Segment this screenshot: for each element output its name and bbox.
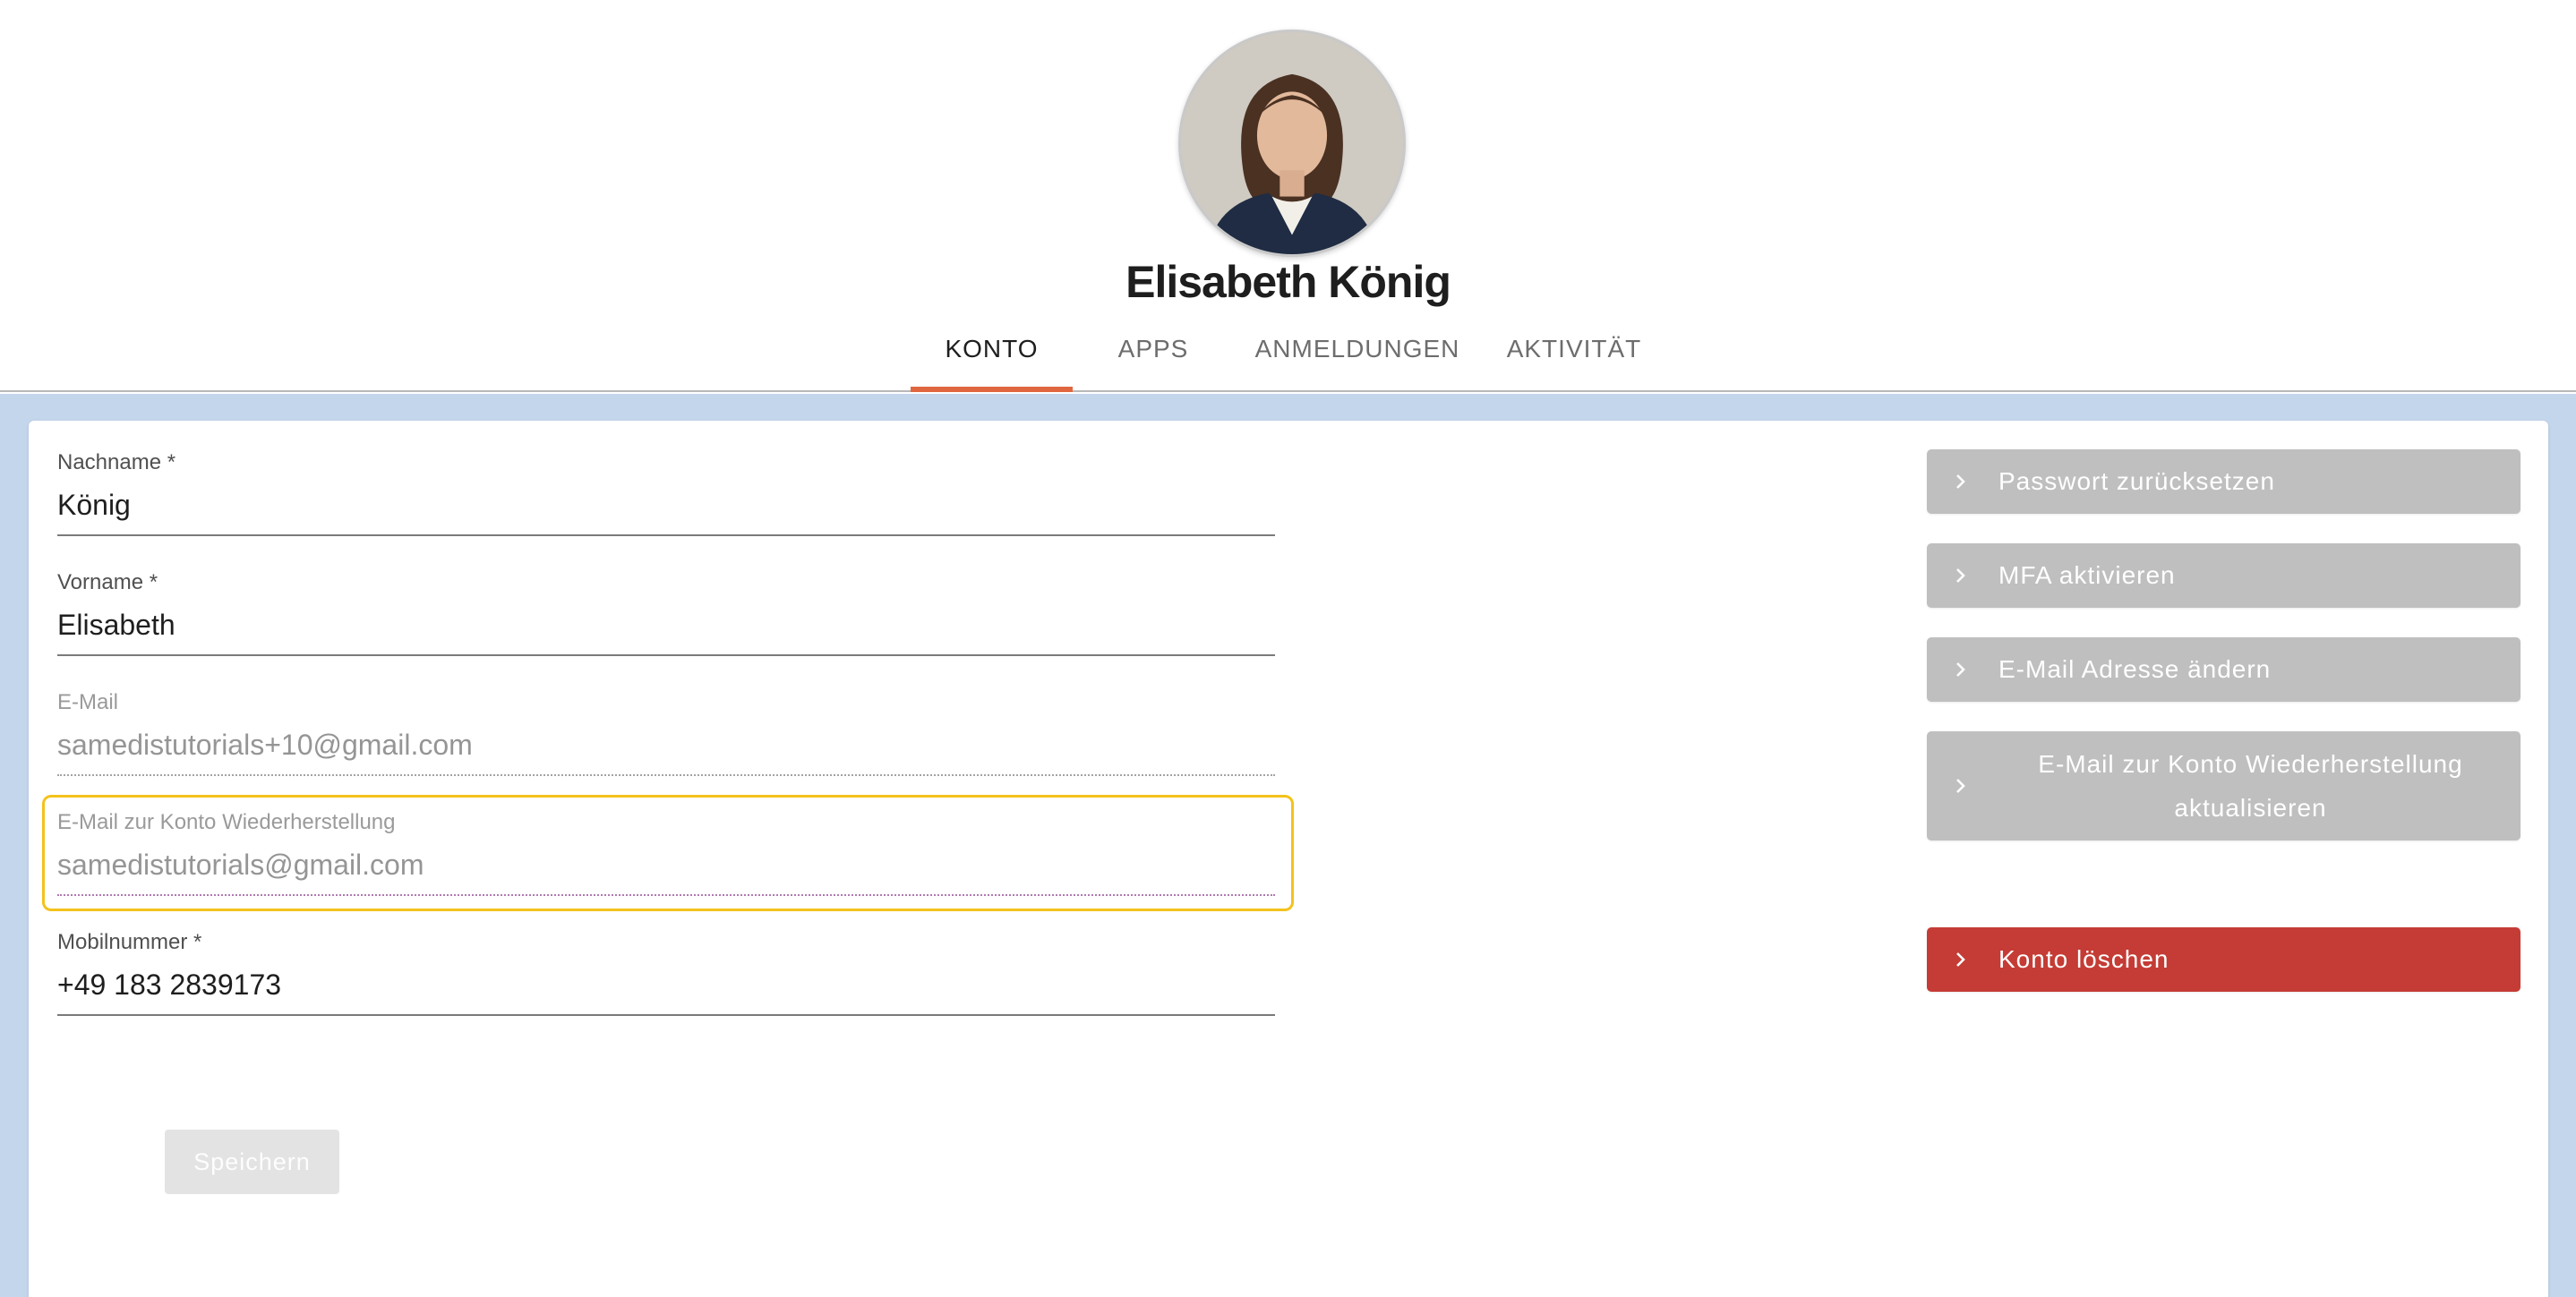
profile-photo bbox=[1181, 32, 1403, 254]
change-email-button[interactable]: E-Mail Adresse ändern bbox=[1927, 637, 2520, 702]
chevron-right-icon bbox=[1952, 473, 1970, 491]
reset-password-button[interactable]: Passwort zurücksetzen bbox=[1927, 449, 2520, 514]
lastname-label: Nachname * bbox=[57, 450, 176, 474]
user-name: Elisabeth König bbox=[1125, 257, 1451, 307]
tab-apps[interactable]: APPS bbox=[1093, 322, 1213, 390]
chevron-right-icon bbox=[1952, 951, 1970, 968]
delete-account-label: Konto löschen bbox=[1998, 945, 2169, 973]
recovery-email-input[interactable] bbox=[57, 845, 1275, 884]
mobile-underline bbox=[57, 1014, 1275, 1016]
tab-bar: KONTO APPS ANMELDUNGEN AKTIVITÄT bbox=[0, 322, 2576, 392]
change-email-label: E-Mail Adresse ändern bbox=[1998, 655, 2272, 683]
enable-mfa-label: MFA aktivieren bbox=[1998, 561, 2176, 589]
recovery-email-label: E-Mail zur Konto Wiederherstellung bbox=[57, 810, 396, 834]
lastname-underline bbox=[57, 534, 1275, 536]
update-recovery-email-label: E-Mail zur Konto Wiederherstellung aktua… bbox=[2038, 750, 2463, 822]
chevron-right-icon bbox=[1952, 777, 1970, 795]
chevron-right-icon bbox=[1952, 567, 1970, 585]
delete-account-button[interactable]: Konto löschen bbox=[1927, 927, 2520, 992]
avatar bbox=[1178, 30, 1406, 257]
active-tab-indicator bbox=[911, 387, 1073, 392]
lastname-input[interactable] bbox=[57, 485, 1275, 525]
firstname-underline bbox=[57, 654, 1275, 656]
email-input bbox=[57, 725, 1275, 764]
reset-password-label: Passwort zurücksetzen bbox=[1998, 467, 2275, 495]
chevron-right-icon bbox=[1952, 661, 1970, 678]
recovery-email-underline bbox=[57, 894, 1275, 896]
update-recovery-email-button[interactable]: E-Mail zur Konto Wiederherstellung aktua… bbox=[1927, 731, 2520, 840]
mobile-input[interactable] bbox=[57, 965, 1275, 1004]
mobile-label: Mobilnummer * bbox=[57, 930, 202, 954]
firstname-label: Vorname * bbox=[57, 570, 158, 594]
firstname-input[interactable] bbox=[57, 605, 1275, 644]
save-button[interactable]: Speichern bbox=[165, 1130, 339, 1194]
tab-anmeldungen[interactable]: ANMELDUNGEN bbox=[1243, 322, 1472, 390]
tab-aktivitaet[interactable]: AKTIVITÄT bbox=[1495, 322, 1653, 390]
tab-konto[interactable]: KONTO bbox=[911, 322, 1073, 390]
enable-mfa-button[interactable]: MFA aktivieren bbox=[1927, 543, 2520, 608]
email-label: E-Mail bbox=[57, 690, 119, 714]
email-underline bbox=[57, 774, 1275, 776]
